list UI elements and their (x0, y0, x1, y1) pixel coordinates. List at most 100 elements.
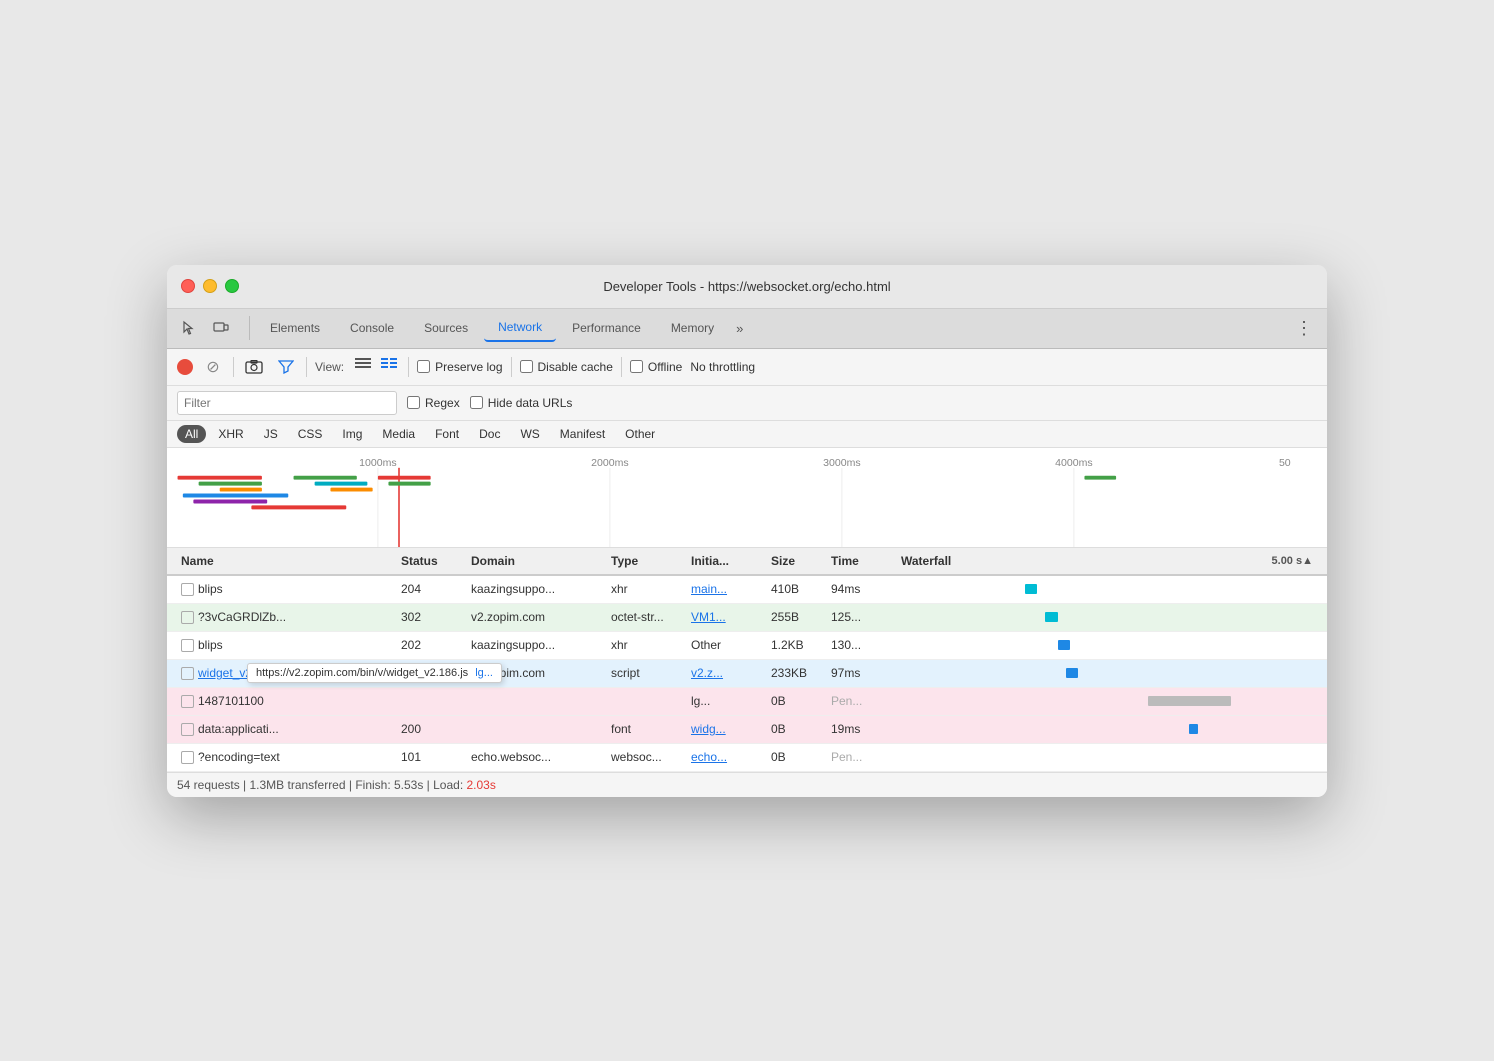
type-filter-all[interactable]: All (177, 425, 206, 443)
type-filter-css[interactable]: CSS (290, 425, 331, 443)
tab-icons (175, 314, 235, 342)
tab-elements[interactable]: Elements (256, 315, 334, 341)
window-title: Developer Tools - https://websocket.org/… (603, 279, 890, 294)
devtools-menu-icon[interactable]: ⋮ (1289, 318, 1319, 339)
td-status: 202 (397, 637, 467, 653)
row-checkbox[interactable] (181, 611, 194, 624)
table-row[interactable]: blips 204 kaazingsuppo... xhr main... 41… (167, 576, 1327, 604)
th-waterfall[interactable]: Waterfall 5.00 s▲ (897, 552, 1317, 570)
type-filter-media[interactable]: Media (374, 425, 423, 443)
svg-text:2000ms: 2000ms (591, 458, 628, 469)
preserve-log-label[interactable]: Preserve log (417, 360, 502, 374)
table-row[interactable]: data:applicati... 200 font widg... 0B 19… (167, 716, 1327, 744)
row-checkbox[interactable] (181, 723, 194, 736)
offline-label[interactable]: Offline (630, 360, 682, 374)
type-filter-font[interactable]: Font (427, 425, 467, 443)
type-filter-js[interactable]: JS (256, 425, 286, 443)
tab-network[interactable]: Network (484, 314, 556, 342)
th-domain[interactable]: Domain (467, 552, 607, 570)
th-initiator[interactable]: Initia... (687, 552, 767, 570)
type-filter-manifest[interactable]: Manifest (552, 425, 613, 443)
view-label: View: (315, 360, 344, 374)
throttle-select[interactable]: No throttling (690, 360, 755, 374)
td-type: octet-str... (607, 609, 687, 625)
type-filter-other[interactable]: Other (617, 425, 663, 443)
type-filter-ws[interactable]: WS (512, 425, 547, 443)
regex-checkbox[interactable] (407, 396, 420, 409)
maximize-button[interactable] (225, 279, 239, 293)
row-checkbox[interactable] (181, 751, 194, 764)
hide-data-urls-checkbox[interactable] (470, 396, 483, 409)
table-row[interactable]: 1487101100 lg... 0B Pen... (167, 688, 1327, 716)
td-domain (467, 700, 607, 702)
device-toggle-icon[interactable] (207, 314, 235, 342)
hide-data-urls-label[interactable]: Hide data URLs (470, 396, 573, 410)
clear-button[interactable]: ⊘ (201, 355, 225, 379)
td-type (607, 700, 687, 702)
row-checkbox[interactable] (181, 667, 194, 680)
tab-more-button[interactable]: » (730, 317, 749, 340)
td-initiator: lg... (687, 693, 767, 709)
row-checkbox[interactable] (181, 695, 194, 708)
toolbar-divider-4 (511, 357, 512, 377)
td-status: 302 (397, 609, 467, 625)
svg-text:3000ms: 3000ms (823, 458, 860, 469)
type-filter-bar: All XHR JS CSS Img Media Font Doc WS Man… (167, 421, 1327, 448)
svg-text:4000ms: 4000ms (1055, 458, 1092, 469)
tab-memory[interactable]: Memory (657, 315, 728, 341)
table-header: Name Status Domain Type Initia... Size T… (167, 548, 1327, 576)
td-initiator[interactable]: echo... (687, 749, 767, 765)
td-initiator[interactable]: main... (687, 581, 767, 597)
offline-checkbox[interactable] (630, 360, 643, 373)
table-row[interactable]: blips 202 kaazingsuppo... xhr Other 1.2K… (167, 632, 1327, 660)
th-type[interactable]: Type (607, 552, 687, 570)
minimize-button[interactable] (203, 279, 217, 293)
camera-icon[interactable] (242, 355, 266, 379)
td-size: 255B (767, 609, 827, 625)
svg-text:50: 50 (1279, 458, 1291, 469)
row-checkbox[interactable] (181, 583, 194, 596)
waterfall-timeline: 1000ms 2000ms 3000ms 4000ms 50 (167, 448, 1327, 548)
td-waterfall (897, 637, 1317, 653)
row-checkbox[interactable] (181, 639, 194, 652)
status-bar: 54 requests | 1.3MB transferred | Finish… (167, 772, 1327, 797)
table-row[interactable]: ?3vCaGRDlZb... 302 v2.zopim.com octet-st… (167, 604, 1327, 632)
inspect-cursor-icon[interactable] (175, 314, 203, 342)
td-initiator[interactable]: widg... (687, 721, 767, 737)
td-name: 1487101100 (177, 693, 397, 709)
td-type: xhr (607, 637, 687, 653)
td-initiator[interactable]: VM1... (687, 609, 767, 625)
table-row[interactable]: ?encoding=text 101 echo.websoc... websoc… (167, 744, 1327, 772)
regex-label[interactable]: Regex (407, 396, 460, 410)
td-type: script (607, 665, 687, 681)
filter-input[interactable] (177, 391, 397, 415)
view-list-icon[interactable] (352, 355, 374, 378)
type-filter-xhr[interactable]: XHR (210, 425, 251, 443)
th-name[interactable]: Name (177, 552, 397, 570)
type-filter-img[interactable]: Img (334, 425, 370, 443)
toolbar-divider-2 (306, 357, 307, 377)
tab-performance[interactable]: Performance (558, 315, 655, 341)
toolbar-divider-5 (621, 357, 622, 377)
view-group-icon[interactable] (378, 355, 400, 378)
th-time[interactable]: Time (827, 552, 897, 570)
filter-icon[interactable] (274, 355, 298, 379)
type-filter-doc[interactable]: Doc (471, 425, 508, 443)
td-size: 233KB (767, 665, 827, 681)
td-waterfall (897, 693, 1317, 709)
td-name: ?encoding=text (177, 749, 397, 765)
td-time: 94ms (827, 581, 897, 597)
preserve-log-checkbox[interactable] (417, 360, 430, 373)
table-row[interactable]: widget_v2.18. ↖ 200 v2.zopim.com script … (167, 660, 1327, 688)
td-domain: echo.websoc... (467, 749, 607, 765)
disable-cache-label[interactable]: Disable cache (520, 360, 613, 374)
tab-console[interactable]: Console (336, 315, 408, 341)
traffic-lights (181, 279, 239, 293)
disable-cache-checkbox[interactable] (520, 360, 533, 373)
th-size[interactable]: Size (767, 552, 827, 570)
td-initiator[interactable]: v2.z... (687, 665, 767, 681)
th-status[interactable]: Status (397, 552, 467, 570)
close-button[interactable] (181, 279, 195, 293)
tab-sources[interactable]: Sources (410, 315, 482, 341)
record-button[interactable] (177, 359, 193, 375)
